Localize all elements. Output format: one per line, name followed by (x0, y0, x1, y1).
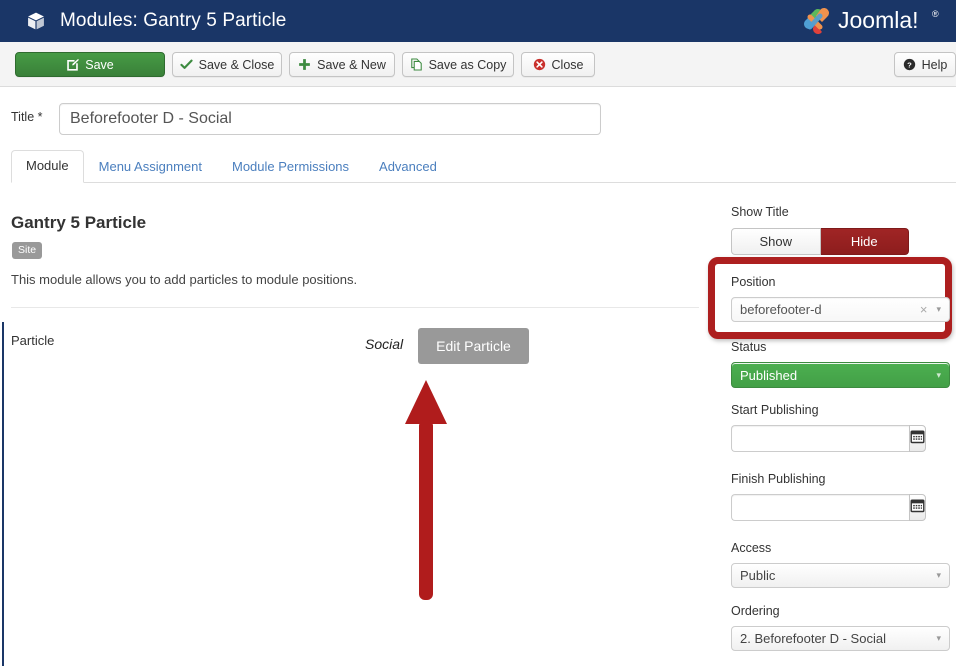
show-title-label: Show Title (731, 205, 789, 219)
page-root: Modules: Gantry 5 Particle Joomla! ® Sav… (0, 0, 956, 666)
chevron-down-icon[interactable]: ▾ (936, 304, 941, 315)
tab-module-label: Module (26, 158, 69, 173)
finish-publishing-calendar-button[interactable] (909, 494, 926, 521)
save-and-close-button[interactable]: Save & Close (172, 52, 282, 77)
cube-icon (26, 11, 46, 31)
tab-menu-assignment-label: Menu Assignment (98, 159, 202, 174)
chevron-down-icon: ▾ (936, 570, 941, 580)
show-title-hide-option[interactable]: Hide (820, 228, 909, 255)
tab-module-permissions-label: Module Permissions (231, 159, 350, 174)
particle-field-label: Particle (11, 333, 55, 348)
show-title-group: Show Title Show Hide (731, 205, 956, 255)
title-input[interactable] (59, 103, 601, 135)
finish-publishing-group: Finish Publishing (731, 472, 956, 521)
ordering-select[interactable]: 2. Beforefooter D - Social ▾ (731, 626, 950, 651)
status-select[interactable]: Published ▾ (731, 362, 950, 388)
content-divider (11, 307, 699, 308)
finish-publishing-input[interactable] (731, 494, 909, 521)
save-button-label: Save (85, 57, 114, 72)
copy-icon (410, 58, 423, 71)
save-as-copy-label: Save as Copy (428, 57, 507, 72)
svg-text:?: ? (907, 60, 912, 69)
module-heading: Gantry 5 Particle (11, 213, 147, 232)
ordering-label: Ordering (731, 604, 780, 618)
ordering-group: Ordering 2. Beforefooter D - Social ▾ (731, 604, 956, 651)
calendar-icon (910, 429, 925, 449)
tab-advanced[interactable]: Advanced (364, 151, 452, 183)
save-as-copy-button[interactable]: Save as Copy (402, 52, 514, 77)
chevron-down-icon: ▾ (936, 633, 941, 643)
save-and-new-button[interactable]: Save & New (289, 52, 395, 77)
start-publishing-input[interactable] (731, 425, 909, 452)
close-button[interactable]: Close (521, 52, 595, 77)
status-badge: Site (12, 242, 43, 259)
title-field-label: Title * (11, 110, 43, 124)
access-select[interactable]: Public ▾ (731, 563, 950, 588)
chevron-down-icon: ▾ (936, 369, 941, 380)
joomla-logo: Joomla! ® (798, 4, 948, 38)
status-group: Status Published ▾ (731, 340, 956, 388)
plus-icon (298, 58, 311, 71)
position-group: Position beforefooter-d × ▾ (731, 275, 956, 322)
edit-particle-button[interactable]: Edit Particle (418, 328, 529, 364)
tab-bar: Module Menu Assignment Module Permission… (11, 150, 956, 183)
pencil-square-icon (66, 58, 80, 71)
show-title-toggle[interactable]: Show Hide (731, 228, 909, 255)
access-label: Access (731, 541, 772, 555)
help-button-label: Help (921, 57, 948, 72)
calendar-icon (910, 498, 925, 518)
help-circle-icon: ? (903, 58, 916, 71)
finish-publishing-label: Finish Publishing (731, 472, 826, 486)
close-button-label: Close (551, 57, 584, 72)
show-title-show-option[interactable]: Show (731, 228, 821, 255)
close-circle-icon (533, 58, 546, 71)
position-value: beforefooter-d (740, 302, 822, 317)
status-label: Status (731, 340, 767, 354)
header-left-group: Modules: Gantry 5 Particle (0, 10, 286, 32)
start-publishing-calendar-button[interactable] (909, 425, 926, 452)
start-publishing-label: Start Publishing (731, 403, 819, 417)
access-value: Public (740, 568, 776, 583)
save-and-new-label: Save & New (317, 57, 386, 72)
save-button[interactable]: Save (15, 52, 165, 77)
status-value: Published (740, 367, 798, 383)
ordering-value: 2. Beforefooter D - Social (740, 631, 886, 646)
left-accent-bar (2, 322, 4, 666)
help-button[interactable]: ? Help (894, 52, 956, 77)
tab-advanced-label: Advanced (379, 159, 437, 174)
svg-text:Joomla!: Joomla! (838, 7, 919, 33)
check-icon (180, 58, 193, 71)
page-title: Modules: Gantry 5 Particle (60, 10, 287, 31)
tab-menu-assignment[interactable]: Menu Assignment (84, 151, 217, 183)
start-publishing-field (731, 425, 926, 452)
annotation-arrow-icon (396, 378, 456, 604)
svg-text:®: ® (932, 9, 939, 19)
module-description: This module allows you to add particles … (11, 272, 358, 287)
finish-publishing-field (731, 494, 926, 521)
clear-icon[interactable]: × (920, 302, 928, 317)
save-and-close-label: Save & Close (198, 57, 275, 72)
access-group: Access Public ▾ (731, 541, 956, 588)
position-label: Position (731, 275, 776, 289)
tab-module[interactable]: Module (11, 150, 84, 183)
app-header: Modules: Gantry 5 Particle Joomla! ® (0, 0, 956, 42)
tab-module-permissions[interactable]: Module Permissions (217, 151, 364, 183)
start-publishing-group: Start Publishing (731, 403, 956, 452)
particle-field-value: Social (365, 336, 404, 352)
position-select[interactable]: beforefooter-d × ▾ (731, 297, 950, 322)
